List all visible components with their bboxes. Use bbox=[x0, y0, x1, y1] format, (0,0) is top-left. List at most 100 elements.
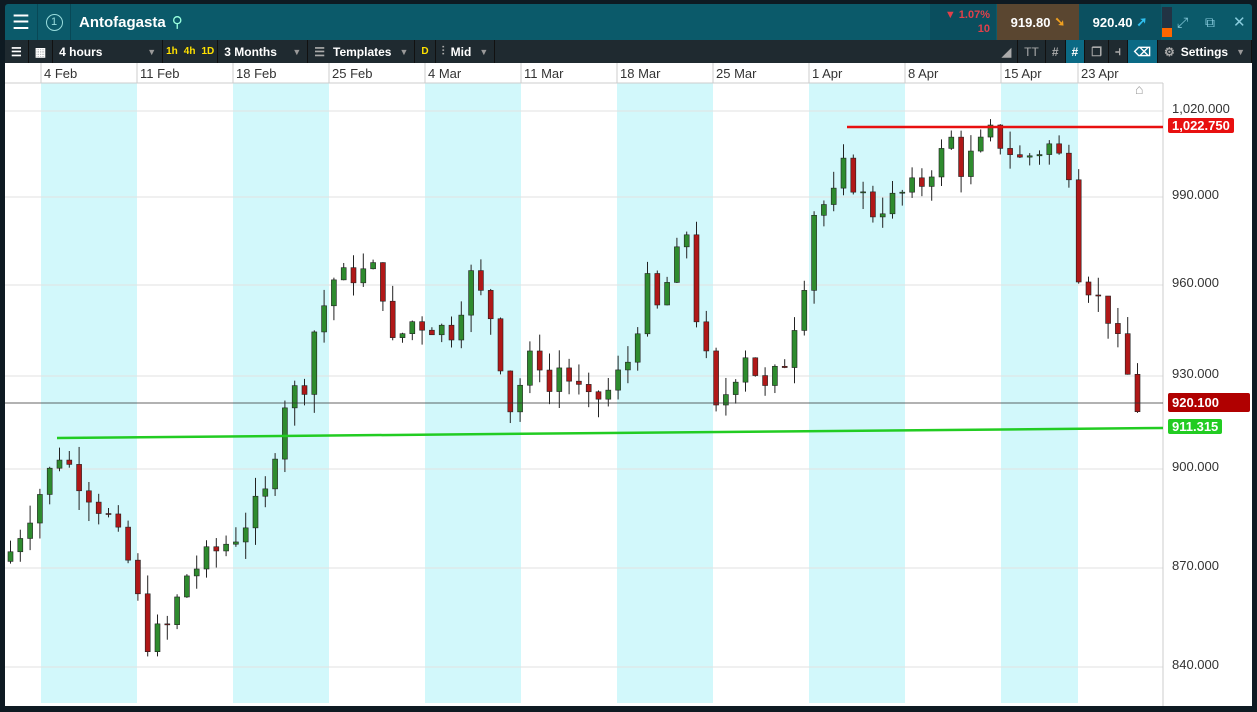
candle bbox=[1115, 323, 1121, 334]
candle bbox=[340, 267, 347, 281]
account-badge[interactable]: 1 bbox=[38, 4, 71, 40]
arrow-up-icon: ➚ bbox=[1136, 14, 1148, 29]
close-icon[interactable]: ✕ bbox=[1233, 13, 1246, 31]
candle bbox=[37, 494, 43, 524]
d-button[interactable]: D bbox=[415, 40, 436, 63]
candle bbox=[1066, 152, 1072, 181]
candle bbox=[213, 546, 220, 552]
candle bbox=[135, 559, 141, 595]
price-chart[interactable]: 4 Feb 11 Feb 18 Feb 25 Feb 4 Mar 11 Mar 18 Mar… bbox=[5, 63, 1252, 706]
candle bbox=[399, 333, 406, 338]
label-tag-icon[interactable]: ⌫ bbox=[1128, 40, 1158, 63]
search-icon[interactable]: ⚲ bbox=[172, 13, 183, 31]
candle bbox=[56, 459, 63, 469]
quick-4h[interactable]: 4h bbox=[181, 40, 199, 63]
candle bbox=[889, 192, 896, 215]
depth-indicator bbox=[1162, 7, 1172, 37]
x-tick-label: 23 Apr bbox=[1081, 66, 1119, 81]
candle bbox=[193, 568, 200, 577]
candle bbox=[370, 262, 376, 270]
layout-icon[interactable]: ▦ bbox=[29, 40, 54, 63]
scroll-home-icon[interactable]: ⌂ bbox=[1135, 81, 1143, 97]
candle bbox=[536, 350, 543, 371]
quick-1d[interactable]: 1D bbox=[198, 40, 219, 63]
candle bbox=[468, 270, 474, 316]
candle bbox=[184, 575, 190, 598]
candle bbox=[772, 365, 778, 386]
candle bbox=[86, 490, 92, 503]
settings-button[interactable]: ⚙ Settings ▼ bbox=[1158, 40, 1252, 63]
candle bbox=[948, 136, 955, 149]
candle bbox=[958, 136, 964, 177]
maximize-icon[interactable]: ⤢ bbox=[1177, 14, 1188, 31]
interval-select[interactable]: 4 hours ▼ bbox=[53, 40, 164, 63]
candle bbox=[791, 330, 798, 368]
candle bbox=[233, 541, 239, 545]
candles-icon: ⫶ bbox=[441, 44, 445, 58]
candle bbox=[321, 305, 327, 333]
week-band bbox=[809, 83, 905, 703]
y-tick-label: 990.000 bbox=[1172, 187, 1219, 202]
list-icon[interactable]: ☰ bbox=[5, 40, 29, 63]
candle bbox=[1124, 333, 1131, 375]
x-tick-label: 15 Apr bbox=[1004, 66, 1042, 81]
candle bbox=[1095, 294, 1102, 297]
candle bbox=[879, 213, 886, 218]
chart-canvas[interactable] bbox=[5, 63, 1252, 706]
x-tick-label: 4 Mar bbox=[428, 66, 462, 81]
candle bbox=[164, 623, 171, 626]
candle bbox=[683, 234, 690, 248]
candle bbox=[576, 380, 582, 385]
text-tool-icon[interactable]: TT bbox=[1018, 40, 1046, 63]
crosshair-draw-icon[interactable]: # bbox=[1065, 40, 1086, 63]
candle bbox=[517, 384, 523, 413]
candle bbox=[821, 204, 827, 216]
candle bbox=[997, 124, 1004, 149]
candle bbox=[301, 385, 308, 395]
gear-icon: ⚙ bbox=[1163, 44, 1175, 59]
templates-button[interactable]: ☰ Templates ▼ bbox=[308, 40, 416, 63]
y-tick-label: 900.000 bbox=[1172, 459, 1219, 474]
candle bbox=[674, 246, 680, 283]
popout-icon[interactable]: ⧉ bbox=[1205, 14, 1215, 31]
candle bbox=[595, 391, 602, 400]
candle bbox=[830, 187, 837, 205]
buy-button[interactable]: 920.40 ➚ bbox=[1079, 4, 1161, 40]
candle bbox=[811, 215, 817, 291]
quick-1h[interactable]: 1h bbox=[163, 40, 181, 63]
candle bbox=[1134, 373, 1141, 413]
draw-line-icon[interactable]: ◢ bbox=[996, 40, 1019, 63]
chart-toolbar: ☰ ▦ 4 hours ▼ 1h 4h 1D 3 Months ▼ ☰ Templat… bbox=[5, 40, 1252, 63]
candle bbox=[1056, 143, 1062, 154]
y-tick-label: 930.000 bbox=[1172, 366, 1219, 381]
support-line[interactable] bbox=[56, 426, 1164, 440]
candle bbox=[7, 551, 14, 562]
candle bbox=[1075, 179, 1082, 283]
header-bar: ☰ 1 Antofagasta ⚲ ▼ 1.07% 10 919.80 ➘ 920.… bbox=[5, 4, 1252, 40]
grid-icon[interactable]: # bbox=[1046, 40, 1066, 63]
candle bbox=[801, 290, 808, 331]
x-tick-label: 8 Apr bbox=[908, 66, 939, 81]
candle bbox=[331, 279, 337, 307]
range-select[interactable]: 3 Months ▼ bbox=[218, 40, 309, 63]
sell-button[interactable]: 919.80 ➘ bbox=[997, 4, 1079, 40]
candle bbox=[115, 513, 122, 528]
candle bbox=[252, 495, 259, 529]
candle bbox=[615, 369, 621, 391]
candle bbox=[664, 282, 670, 306]
candle bbox=[46, 467, 53, 495]
menu-icon[interactable]: ☰ bbox=[5, 4, 38, 40]
arrow-down-icon: ➘ bbox=[1054, 14, 1066, 29]
candle bbox=[713, 350, 719, 406]
windows-icon[interactable]: ❐ bbox=[1085, 40, 1109, 63]
x-tick-label: 25 Mar bbox=[716, 66, 757, 81]
indicator-icon[interactable]: ⫞ bbox=[1109, 40, 1128, 63]
candle bbox=[76, 464, 82, 492]
candle bbox=[272, 458, 278, 490]
candle bbox=[762, 375, 768, 386]
candle bbox=[144, 593, 151, 652]
candle bbox=[487, 290, 494, 320]
price-type-select[interactable]: ⫶ Mid ▼ bbox=[436, 40, 496, 63]
candle bbox=[429, 329, 435, 336]
candle bbox=[95, 501, 102, 514]
